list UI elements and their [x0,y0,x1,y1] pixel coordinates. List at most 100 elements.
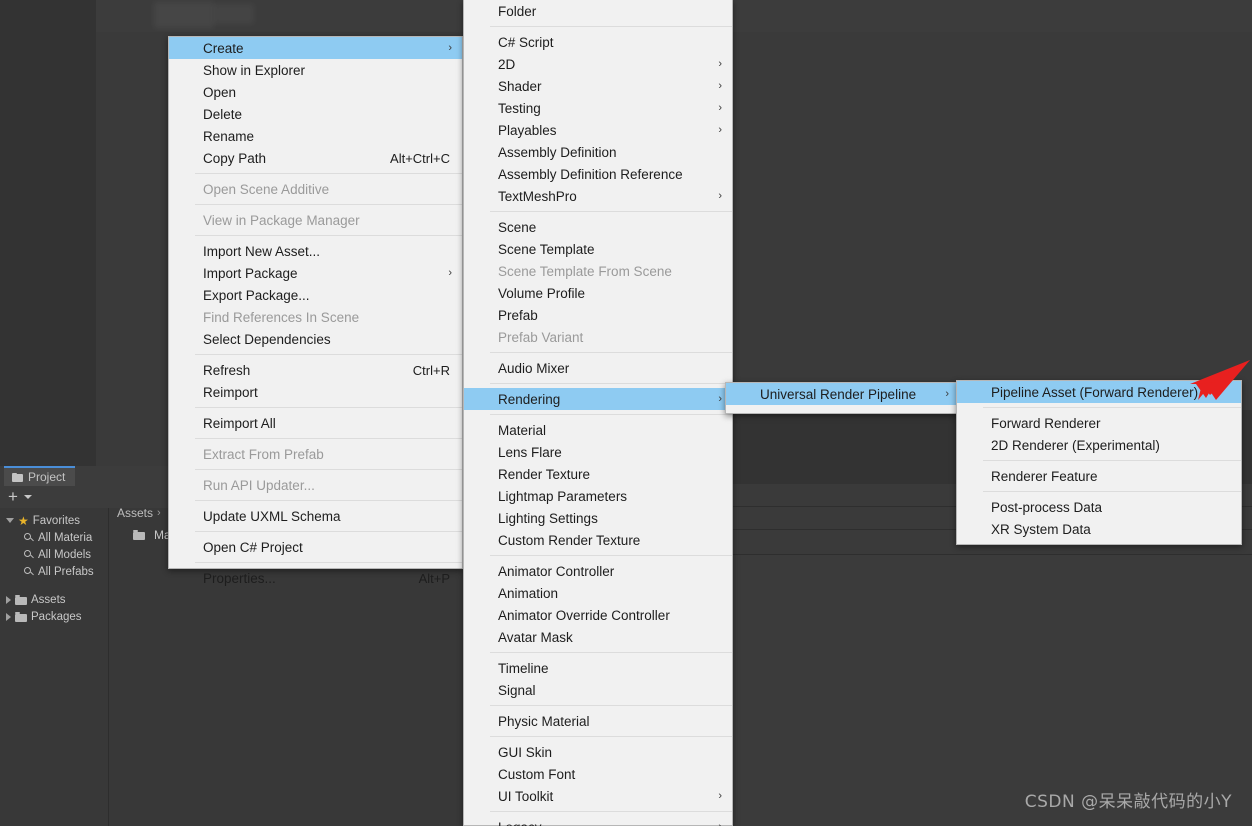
menu-item-update-uxml-schema[interactable]: Update UXML Schema [169,505,462,527]
menu-item-material[interactable]: Material [464,419,732,441]
triangle-down-icon[interactable] [6,518,14,523]
menu-item-playables[interactable]: Playables › [464,119,732,141]
menu-item-prefab[interactable]: Prefab [464,304,732,326]
menu-item-rename[interactable]: Rename [169,125,462,147]
menu-item-animator-controller[interactable]: Animator Controller [464,560,732,582]
menu-item-textmeshpro[interactable]: TextMeshPro › [464,185,732,207]
menu-item-refresh[interactable]: Refresh Ctrl+R [169,359,462,381]
menu-item-timeline[interactable]: Timeline [464,657,732,679]
menu-item-physic-material[interactable]: Physic Material [464,710,732,732]
menu-item-export-package[interactable]: Export Package... [169,284,462,306]
rendering-submenu[interactable]: Universal Render Pipeline › [725,382,960,414]
menu-item-shortcut: Alt+P [418,570,450,586]
tab-project[interactable]: Project [4,466,76,486]
menu-item-2d[interactable]: 2D › [464,53,732,75]
menu-item-animation[interactable]: Animation [464,582,732,604]
context-menu[interactable]: Create › Show in Explorer Open Delete Rename C… [168,36,463,586]
menu-item-renderer-feature[interactable]: Renderer Feature [957,465,1241,487]
menu-item-label: TextMeshPro [498,188,577,204]
tree-item-all-prefabs[interactable]: All Prefabs [24,563,94,580]
menu-item-animator-override-controller[interactable]: Animator Override Controller [464,604,732,626]
breadcrumb[interactable]: Assets › [117,506,161,520]
menu-item-assembly-definition[interactable]: Assembly Definition [464,141,732,163]
menu-item-assembly-definition-reference[interactable]: Assembly Definition Reference [464,163,732,185]
menu-item-custom-render-texture[interactable]: Custom Render Texture [464,529,732,551]
menu-item-signal[interactable]: Signal [464,679,732,701]
tree-item-all-materials[interactable]: All Materia [24,529,92,546]
menu-item-open[interactable]: Open [169,81,462,103]
menu-item-post-process-data[interactable]: Post-process Data [957,496,1241,518]
menu-item-lighting-settings[interactable]: Lighting Settings [464,507,732,529]
menu-item-label: Create [203,40,244,56]
star-icon: ★ [18,513,29,528]
tree-item-assets[interactable]: Assets [6,591,66,608]
menu-item-ui-toolkit[interactable]: UI Toolkit › [464,785,732,807]
menu-item-label: Scene Template [498,241,595,257]
menu-item-scene[interactable]: Scene [464,216,732,238]
menu-item-import-new-asset[interactable]: Import New Asset... [169,240,462,262]
chevron-down-icon[interactable] [24,495,32,499]
menu-item-label: Prefab [498,307,538,323]
menu-item-2d-renderer-experimental[interactable]: 2D Renderer (Experimental) [957,434,1241,456]
menu-item-render-texture[interactable]: Render Texture [464,463,732,485]
menu-item-custom-font[interactable]: Custom Font [464,763,732,785]
menu-item-select-dependencies[interactable]: Select Dependencies [169,328,462,350]
menu-item-create[interactable]: Create › [169,37,462,59]
menu-item-label: Refresh [203,362,251,378]
menu-item-label: Delete [203,106,243,122]
chevron-right-icon: › [718,190,722,202]
menu-item-legacy[interactable]: Legacy › [464,816,732,826]
triangle-right-icon[interactable] [6,595,11,604]
unity-editor-window: Project + ★ Favorites All Materia All Mo… [0,0,1252,826]
menu-item-gui-skin[interactable]: GUI Skin [464,741,732,763]
chevron-right-icon: › [718,821,722,826]
menu-item-prefab-variant: Prefab Variant [464,326,732,348]
menu-item-copy-path[interactable]: Copy Path Alt+Ctrl+C [169,147,462,169]
menu-item-reimport-all[interactable]: Reimport All [169,412,462,434]
menu-item-testing[interactable]: Testing › [464,97,732,119]
menu-item-scene-template-from-scene: Scene Template From Scene [464,260,732,282]
hierarchy-panel [0,0,96,470]
create-submenu[interactable]: Folder C# Script 2D › Shader › Testing › Playabl… [463,0,733,826]
menu-item-volume-profile[interactable]: Volume Profile [464,282,732,304]
menu-item-rendering[interactable]: Rendering › [464,388,732,410]
menu-item-label: 2D [498,56,516,72]
breadcrumb-root[interactable]: Assets [117,506,153,520]
menu-separator [490,555,732,556]
menu-item-avatar-mask[interactable]: Avatar Mask [464,626,732,648]
folder-icon [15,594,27,605]
chevron-right-icon: › [448,267,452,279]
tree-item-favorites[interactable]: ★ Favorites [6,512,80,529]
menu-item-open-c-project[interactable]: Open C# Project [169,536,462,558]
menu-item-reimport[interactable]: Reimport [169,381,462,403]
chevron-right-icon: › [718,102,722,114]
menu-item-label: View in Package Manager [203,212,360,228]
tree-item-label: Packages [31,610,82,623]
menu-item-xr-system-data[interactable]: XR System Data [957,518,1241,540]
menu-item-folder[interactable]: Folder [464,0,732,22]
menu-item-lightmap-parameters[interactable]: Lightmap Parameters [464,485,732,507]
menu-item-label: Pipeline Asset (Forward Renderer) [991,384,1199,400]
menu-item-label: Folder [498,3,537,19]
menu-item-delete[interactable]: Delete [169,103,462,125]
menu-item-import-package[interactable]: Import Package › [169,262,462,284]
add-asset-button[interactable]: + [8,488,18,505]
menu-item-lens-flare[interactable]: Lens Flare [464,441,732,463]
universal-render-pipeline-submenu[interactable]: Pipeline Asset (Forward Renderer) Forward… [956,380,1242,545]
menu-item-scene-template[interactable]: Scene Template [464,238,732,260]
tree-item-packages[interactable]: Packages [6,608,82,625]
menu-item-properties[interactable]: Properties... Alt+P [169,567,462,589]
tree-item-all-models[interactable]: All Models [24,546,91,563]
menu-item-label: Reimport All [203,415,276,431]
triangle-right-icon[interactable] [6,612,11,621]
menu-item-show-in-explorer[interactable]: Show in Explorer [169,59,462,81]
menu-item-audio-mixer[interactable]: Audio Mixer [464,357,732,379]
menu-item-run-api-updater: Run API Updater... [169,474,462,496]
menu-item-forward-renderer[interactable]: Forward Renderer [957,412,1241,434]
menu-item-universal-render-pipeline[interactable]: Universal Render Pipeline › [726,383,959,405]
menu-item-shader[interactable]: Shader › [464,75,732,97]
menu-item-label: Update UXML Schema [203,508,341,524]
chevron-right-icon: › [945,388,949,400]
menu-item-c-script[interactable]: C# Script [464,31,732,53]
menu-item-pipeline-asset-forward-renderer[interactable]: Pipeline Asset (Forward Renderer) [957,381,1241,403]
